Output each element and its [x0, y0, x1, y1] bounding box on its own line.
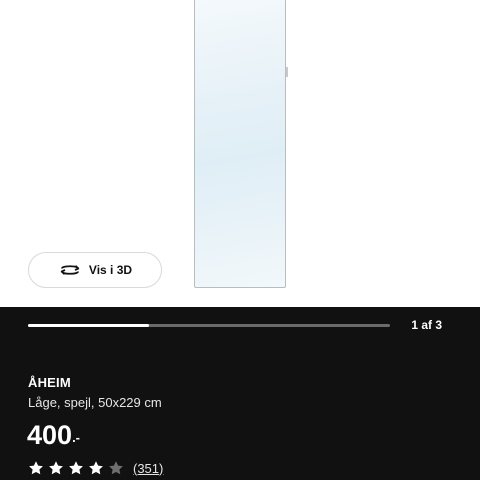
view-in-3d-button[interactable]: Vis i 3D: [28, 252, 162, 288]
star-filled-icon: [88, 460, 104, 476]
review-count-link[interactable]: (351): [133, 461, 163, 476]
product-description: Låge, spejl, 50x229 cm: [28, 395, 162, 410]
product-image-mirror-door: [194, 0, 288, 288]
product-rating[interactable]: (351): [28, 460, 163, 476]
gallery-progress-bar: [28, 324, 390, 327]
rotate-360-icon: [58, 262, 82, 278]
star-filled-icon: [48, 460, 64, 476]
gallery-progress-fill: [28, 324, 149, 327]
star-filled-icon: [28, 460, 44, 476]
view-in-3d-label: Vis i 3D: [88, 263, 133, 277]
product-image-gallery[interactable]: Vis i 3D: [0, 0, 480, 307]
product-price: 400 .-: [27, 418, 80, 452]
mirror-hinge-detail: [286, 67, 288, 77]
star-filled-icon: [68, 460, 84, 476]
product-name[interactable]: ÅHEIM: [28, 375, 71, 390]
star-empty-icon: [108, 460, 124, 476]
gallery-counter: 1 af 3: [411, 318, 442, 332]
price-suffix: .-: [72, 430, 81, 445]
price-value: 400: [27, 420, 73, 450]
product-info-panel: 1 af 3 ÅHEIM Låge, spejl, 50x229 cm 400 …: [0, 307, 480, 480]
